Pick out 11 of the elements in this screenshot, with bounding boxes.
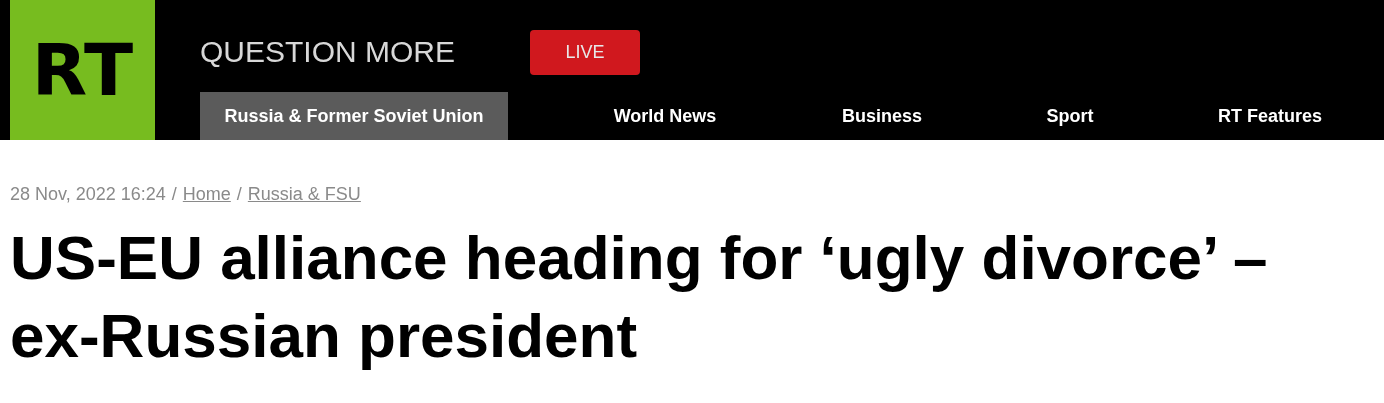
breadcrumb-separator: /: [171, 184, 177, 205]
breadcrumb-separator: /: [236, 184, 242, 205]
tagline: QUESTION MORE: [200, 35, 456, 69]
nav-tab[interactable]: RT Features: [1170, 92, 1370, 140]
logo[interactable]: RT: [31, 34, 134, 106]
nav-tab[interactable]: Russia & Former Soviet Union: [200, 92, 508, 140]
publish-date: 28 Nov, 2022 16:24: [10, 184, 166, 205]
breadcrumb-link[interactable]: Russia & FSU: [247, 184, 361, 205]
headline: US-EU alliance heading for ‘ugly divorce’ – ex-Russian president: [10, 222, 1269, 372]
nav-tab[interactable]: World News: [565, 92, 765, 140]
live-button[interactable]: LIVE: [530, 29, 640, 75]
